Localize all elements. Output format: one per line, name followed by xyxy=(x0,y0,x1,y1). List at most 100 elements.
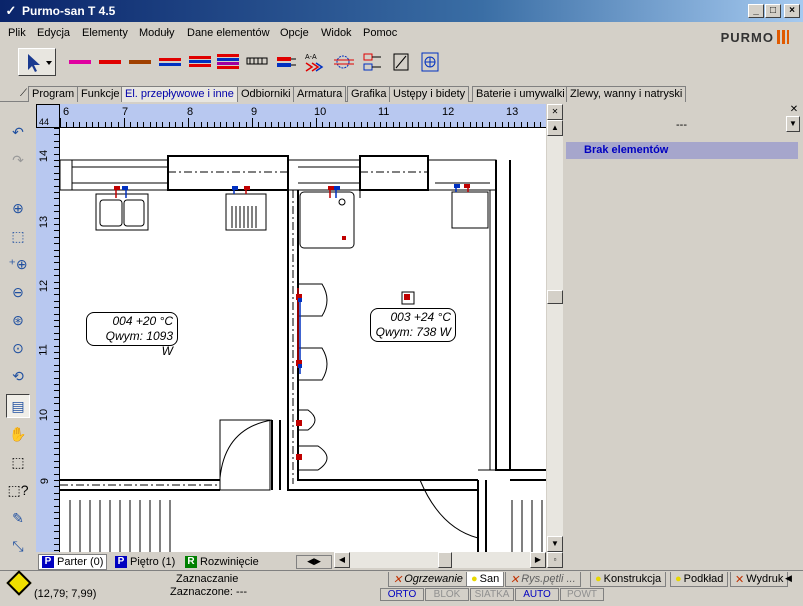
tabs-scroll-icon[interactable]: ◀ xyxy=(785,573,792,584)
tab-grafika[interactable]: Grafika xyxy=(347,86,391,102)
menu-widok[interactable]: Widok xyxy=(321,27,352,39)
tabs-scroll-left-icon[interactable]: ⟋ xyxy=(20,88,27,99)
redo-icon[interactable]: ↷ xyxy=(6,148,30,172)
minimize-button[interactable]: _ xyxy=(748,4,764,18)
tab-zlewy-wanny-natryski[interactable]: Zlewy, wanny i natryski xyxy=(566,86,687,102)
select-query-icon[interactable]: ⬚? xyxy=(6,478,30,502)
mode-orto[interactable]: ORTO xyxy=(380,588,424,601)
tab-funkcje[interactable]: Funkcje xyxy=(77,86,124,102)
menu-edycja[interactable]: Edycja xyxy=(37,27,70,39)
zoom-plus-icon[interactable]: ⁺⊕ xyxy=(6,252,30,276)
zoom-window-icon[interactable]: ⬚ xyxy=(6,224,30,248)
menu-pomoc[interactable]: Pomoc xyxy=(363,27,397,39)
horizontal-scroll-thumb[interactable] xyxy=(438,552,452,568)
pan-hand-icon[interactable]: ✋ xyxy=(6,422,30,446)
status-mode-title: Zaznaczanie xyxy=(176,573,239,585)
room-label-003[interactable]: 003 +24 °C Qwym: 738 W xyxy=(370,308,456,342)
bottom-tab-san[interactable]: ● San xyxy=(466,572,505,587)
properties-view-icon[interactable]: ▤ xyxy=(6,394,30,418)
scroll-up-arrow-icon[interactable]: ▲ xyxy=(547,120,563,136)
tab-ustepy-bidety[interactable]: Ustępy i bidety xyxy=(389,86,470,102)
snap-mode-icon[interactable] xyxy=(6,570,32,596)
maximize-button[interactable]: □ xyxy=(765,4,781,18)
disabled-icon: ✕ xyxy=(393,573,403,586)
bottom-tab-konstrukcja[interactable]: ● Konstrukcja xyxy=(590,572,667,587)
bottom-tab-wydruk[interactable]: ✕ Wydruk xyxy=(730,572,789,587)
floor-tab-pietro[interactable]: P Piętro (1) xyxy=(112,554,178,570)
floor-tabs-nav-icon[interactable]: ◀▶ xyxy=(296,555,332,569)
vertical-scroll-thumb[interactable] xyxy=(547,290,563,304)
close-button[interactable]: × xyxy=(784,4,800,18)
select-arrow-icon[interactable] xyxy=(18,48,56,76)
tab-program[interactable]: Program xyxy=(28,86,79,102)
drawing-canvas[interactable]: 004 +20 °C Qwym: 1093 W 003 +24 °C Qwym:… xyxy=(60,128,546,552)
label-aa-icon[interactable]: A-A xyxy=(300,48,328,76)
element-filter-dropdown[interactable]: --- ▼ xyxy=(566,116,800,134)
zoom-previous-icon[interactable]: ⟲ xyxy=(6,364,30,388)
ruler-y-label: 14 xyxy=(38,149,51,163)
tab-odbiorniki[interactable]: Odbiorniki xyxy=(237,86,295,102)
measure-icon[interactable]: ⤡ xyxy=(6,534,30,558)
mode-blok[interactable]: BLOK xyxy=(425,588,469,601)
pipe-red-blue-icon[interactable] xyxy=(156,48,184,76)
bottom-tab-ogrzewanie[interactable]: ✕ Ogrzewanie xyxy=(388,572,468,587)
pencil-icon[interactable]: ✎ xyxy=(6,506,30,530)
resize-corner-icon[interactable]: ▫ xyxy=(547,552,563,568)
menu-dane-elementow[interactable]: Dane elementów xyxy=(187,27,270,39)
mode-auto[interactable]: AUTO xyxy=(515,588,559,601)
vertical-scrollbar[interactable]: ✕ ▲ ▼ xyxy=(547,104,563,552)
undo-icon[interactable]: ↶ xyxy=(6,120,30,144)
manifold-icon[interactable] xyxy=(272,48,300,76)
app-icon[interactable]: ✓ xyxy=(3,3,19,19)
development-icon: R xyxy=(185,556,197,568)
bottom-tab-rys-petli[interactable]: ✕ Rys.pętli ... xyxy=(505,572,581,587)
ruler-tick xyxy=(124,118,125,128)
ruler-tick xyxy=(60,118,61,128)
panel-close-icon[interactable]: ✕ xyxy=(788,104,800,116)
scroll-up-icon[interactable]: ✕ xyxy=(547,104,563,120)
valve-group-icon[interactable] xyxy=(358,48,386,76)
fitting-icon[interactable] xyxy=(329,48,357,76)
pipe-triple-icon[interactable] xyxy=(214,48,242,76)
scroll-down-arrow-icon[interactable]: ▼ xyxy=(547,536,563,552)
zoom-extents-icon[interactable]: ⊙ xyxy=(6,336,30,360)
zoom-out-icon[interactable]: ⊖ xyxy=(6,280,30,304)
mode-powt[interactable]: POWT xyxy=(560,588,604,601)
list-item[interactable]: Brak elementów xyxy=(566,142,798,159)
ruler-x-label: 12 xyxy=(442,106,455,118)
tab-el-przeplywowe[interactable]: El. przepływowe i inne xyxy=(121,86,238,102)
pump-icon[interactable] xyxy=(416,48,444,76)
zoom-in-icon[interactable]: ⊕ xyxy=(6,196,30,220)
horizontal-scrollbar[interactable]: ◀ ▶ xyxy=(334,552,546,568)
floor-tab-rozwiniecie[interactable]: R Rozwinięcie xyxy=(182,554,262,570)
element-list[interactable]: Brak elementów xyxy=(566,142,800,566)
pipe-brown-icon[interactable] xyxy=(126,48,154,76)
room-name-temp: 003 +24 °C xyxy=(390,310,451,324)
floor-tab-parter[interactable]: P Parter (0) xyxy=(38,554,108,570)
zoom-all-icon[interactable]: ⊛ xyxy=(6,308,30,332)
menu-opcje[interactable]: Opcje xyxy=(280,27,309,39)
vertical-ruler: 14 13 12 11 10 9 xyxy=(36,128,60,552)
room-name-temp: 004 +20 °C xyxy=(112,314,173,328)
room-label-004[interactable]: 004 +20 °C Qwym: 1093 W xyxy=(86,312,178,358)
mode-siatka[interactable]: SIATKA xyxy=(470,588,514,601)
menu-plik[interactable]: Plik xyxy=(8,27,26,39)
element-diagonal-icon[interactable] xyxy=(387,48,415,76)
scroll-left-arrow-icon[interactable]: ◀ xyxy=(334,552,350,568)
bottom-tab-podklad[interactable]: ● Podkład xyxy=(670,572,729,587)
tab-baterie-umywalki[interactable]: Baterie i umywalki xyxy=(472,86,569,102)
element-category-tabs: ⟋ Program Funkcje El. przepływowe i inne… xyxy=(0,86,687,102)
pipe-double-red-blue-icon[interactable] xyxy=(186,48,214,76)
menu-elementy[interactable]: Elementy xyxy=(82,27,128,39)
chevron-down-icon[interactable]: ▼ xyxy=(786,116,800,132)
ruler-tick xyxy=(316,118,317,128)
pipe-red-icon[interactable] xyxy=(96,48,124,76)
main-toolbar: A-A xyxy=(0,44,470,80)
pipe-magenta-icon[interactable] xyxy=(66,48,94,76)
tab-armatura[interactable]: Armatura xyxy=(293,86,347,102)
scroll-right-arrow-icon[interactable]: ▶ xyxy=(530,552,546,568)
select-rect-icon[interactable]: ⬚ xyxy=(6,450,30,474)
ruler-corner: 44 xyxy=(36,104,60,128)
radiator-icon[interactable] xyxy=(243,48,271,76)
menu-moduly[interactable]: Moduły xyxy=(139,27,174,39)
